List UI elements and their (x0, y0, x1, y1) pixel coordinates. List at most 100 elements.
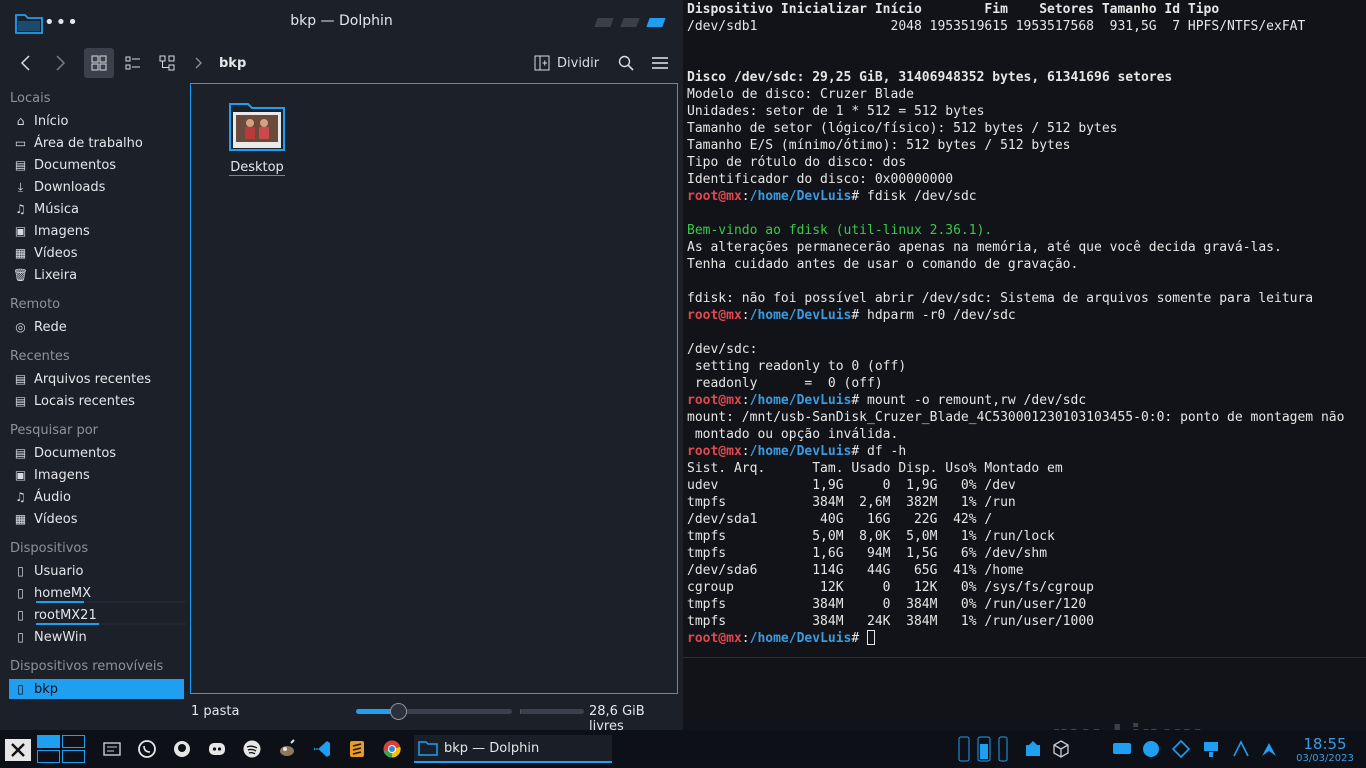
terminal-line: mount: /mnt/usb-SanDisk_Cruzer_Blade_4C5… (687, 410, 1345, 425)
prompt-command: # df -h (851, 444, 907, 459)
icons-view-button[interactable] (84, 48, 114, 78)
sidebar-item-imagens[interactable]: ▣ Imagens (9, 221, 184, 241)
back-button[interactable] (12, 48, 40, 78)
terminal-divider (683, 657, 1366, 658)
search-button[interactable] (612, 48, 640, 78)
maximize-button[interactable] (620, 18, 640, 27)
sidebar-item-label: Downloads (34, 179, 106, 195)
tree-view-button[interactable] (152, 48, 182, 78)
prompt-colon: : (741, 631, 750, 646)
desktop-icon: ▭ (14, 136, 27, 150)
sidebar-item-rootmx21[interactable]: ▯ rootMX21 (9, 605, 186, 625)
desktop-pager[interactable] (37, 735, 86, 764)
sidebar-item-usuario[interactable]: ▯ Usuario (9, 561, 184, 581)
sidebar-item-rede[interactable]: ◎ Rede (9, 317, 184, 337)
sublime-text-launcher[interactable] (346, 735, 368, 763)
audio-icon[interactable] (1230, 735, 1252, 763)
terminal-line: /dev/sda6 114G 44G 65G 41% /home (687, 563, 1024, 578)
terminal-line: Dispositivo Inicializar Início Fim Setor… (687, 2, 1220, 17)
clock-time: 18:55 (1303, 735, 1347, 753)
sidebar-item-locais-recentes[interactable]: ▤ Locais recentes (9, 391, 184, 411)
prompt-user: root@mx (687, 393, 742, 408)
places-panel: Locais ⌂ Início ▭ Área de trabalho ▤ Documento… (5, 84, 186, 704)
desktop-2[interactable] (62, 735, 85, 748)
desktop-3[interactable] (37, 750, 60, 763)
volume-level-icon[interactable] (975, 735, 993, 763)
folder-item-desktop[interactable]: Desktop (221, 100, 293, 176)
terminal-output: Dispositivo Inicializar Início Fim Setor… (687, 1, 1344, 647)
sidebar-item-homemx[interactable]: ▯ homeMX (9, 583, 186, 603)
sidebar-item-label: Vídeos (34, 511, 78, 527)
notifications-icon[interactable] (1258, 735, 1280, 763)
terminal-line: Modelo de disco: Cruzer Blade (687, 87, 914, 102)
chrome-launcher[interactable] (381, 735, 403, 763)
close-button[interactable] (646, 18, 666, 27)
zoom-slider[interactable] (356, 703, 512, 720)
file-manager-launcher[interactable] (101, 735, 123, 763)
battery-icon[interactable] (956, 735, 972, 763)
start-menu-button[interactable] (5, 739, 31, 761)
sidebar-item-arquivos-recentes[interactable]: ▤ Arquivos recentes (9, 369, 184, 389)
sidebar-item-bkp[interactable]: ▯ bkp (9, 679, 184, 699)
file-view[interactable]: Desktop (190, 83, 678, 694)
split-button[interactable]: Dividir (534, 48, 602, 78)
desktop-1[interactable] (37, 735, 60, 748)
sidebar-item-label: rootMX21 (34, 607, 97, 623)
sidebar-item-imagens[interactable]: ▣ Imagens (9, 465, 184, 485)
sidebar-item-newwin[interactable]: ▯ NewWin (9, 627, 184, 647)
list-view-icon (125, 56, 140, 70)
bluetooth-icon[interactable] (1140, 735, 1162, 763)
clipboard-icon[interactable] (1170, 735, 1192, 763)
display-icon[interactable] (1200, 735, 1222, 763)
sidebar-heading: Pesquisar por (10, 423, 99, 438)
gimp-launcher[interactable] (276, 735, 298, 763)
terminal-line: tmpfs 5,0M 8,0K 5,0M 1% /run/lock (687, 529, 1055, 544)
drive-icon: ▯ (17, 630, 24, 644)
chrome-icon (383, 740, 401, 758)
sidebar-item-inicio[interactable]: ⌂ Início (9, 111, 184, 131)
github-launcher[interactable] (171, 735, 193, 763)
sidebar-item-musica[interactable]: ♫ Música (9, 199, 184, 219)
folder-icon (229, 103, 285, 151)
discord-launcher[interactable] (206, 735, 228, 763)
breadcrumb[interactable]: bkp (219, 56, 246, 71)
sidebar-item-label: NewWin (34, 629, 87, 645)
zoom-slider-handle[interactable] (390, 703, 408, 720)
clock[interactable]: 18:55 03/03/2023 (1288, 736, 1362, 765)
details-view-button[interactable] (118, 48, 148, 78)
network-tray-icon[interactable] (1110, 735, 1134, 763)
vscode-launcher[interactable] (311, 735, 333, 763)
minimize-button[interactable] (594, 18, 614, 27)
mx-logo-icon (11, 743, 25, 757)
sidebar-item-lixeira[interactable]: 🗑 Lixeira (9, 265, 184, 285)
recent-places-icon: ▤ (14, 394, 27, 408)
sidebar-item-audio[interactable]: ♫ Áudio (9, 487, 184, 507)
title-bar[interactable]: ••• bkp — Dolphin (0, 0, 683, 44)
prompt-path: /home/DevLuis (749, 308, 852, 323)
sidebar-item-downloads[interactable]: ⤓ Downloads (9, 177, 184, 197)
task-dolphin[interactable]: bkp — Dolphin (414, 735, 612, 763)
updater-icon[interactable] (1022, 735, 1044, 763)
sidebar-item-documentos[interactable]: ▤ Documentos (9, 443, 184, 463)
hamburger-menu-button[interactable] (646, 48, 674, 78)
brightness-icon[interactable] (996, 735, 1010, 763)
forward-button[interactable] (46, 48, 74, 78)
prompt-user: root@mx (687, 189, 742, 204)
package-icon[interactable] (1050, 735, 1072, 763)
sidebar-item-videos[interactable]: ▦ Vídeos (9, 243, 184, 263)
tree-view-icon (159, 55, 175, 71)
desktop-4[interactable] (62, 750, 85, 763)
sidebar-item-documentos[interactable]: ▤ Documentos (9, 155, 184, 175)
sidebar-item-videos[interactable]: ▦ Vídeos (9, 509, 184, 529)
sidebar-item-label: bkp (34, 681, 59, 697)
whatsapp-launcher[interactable] (136, 735, 158, 763)
terminal-line: Sist. Arq. Tam. Usado Disp. Uso% Montado… (687, 461, 1063, 476)
spotify-launcher[interactable] (241, 735, 263, 763)
sidebar-item-label: Documentos (34, 157, 117, 173)
terminal-line: udev 1,9G 0 1,9G 0% /dev (687, 478, 1016, 493)
sublime-text-icon (350, 741, 364, 757)
sidebar-item-area-de-trabalho[interactable]: ▭ Área de trabalho (9, 133, 184, 153)
terminal-window[interactable]: Dispositivo Inicializar Início Fim Setor… (683, 0, 1366, 730)
